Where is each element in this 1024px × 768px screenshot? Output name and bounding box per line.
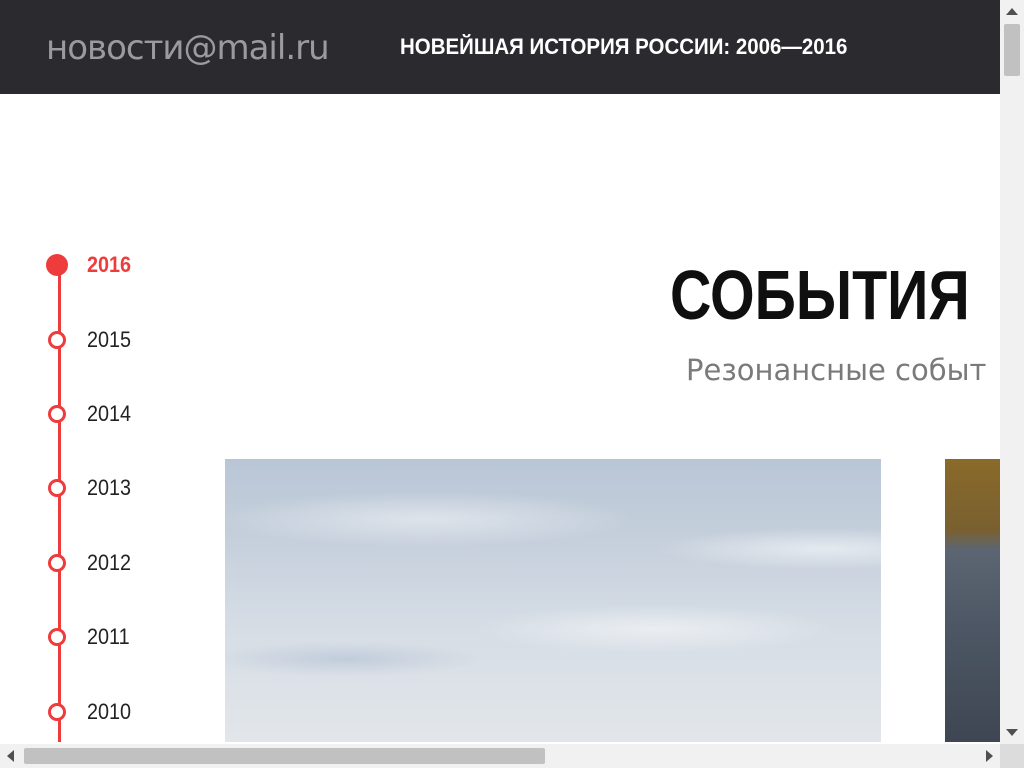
- scroll-left-arrow-icon[interactable]: [7, 750, 14, 762]
- timeline-item-2012[interactable]: 2012: [48, 551, 188, 576]
- timeline-year-label[interactable]: 2012: [87, 551, 131, 575]
- page-subtitle: Резонансные событ: [686, 353, 987, 387]
- timeline-year-label[interactable]: 2015: [87, 328, 131, 352]
- horizontal-scroll-thumb[interactable]: [24, 748, 545, 764]
- timeline-dot[interactable]: [48, 479, 66, 497]
- timeline-year-label[interactable]: 2016: [87, 253, 131, 277]
- scroll-right-arrow-icon[interactable]: [986, 750, 993, 762]
- timeline-year-label[interactable]: 2011: [87, 625, 130, 649]
- top-navigation-bar: новости@mail.ru НОВЕЙШАЯ ИСТОРИЯ РОССИИ:…: [0, 0, 1000, 94]
- scroll-up-arrow-icon[interactable]: [1006, 8, 1018, 15]
- event-card-image[interactable]: [225, 459, 881, 742]
- horizontal-scrollbar[interactable]: [0, 744, 1000, 768]
- site-logo[interactable]: новости@mail.ru: [46, 28, 330, 68]
- timeline-dot[interactable]: [48, 703, 66, 721]
- timeline-item-2010[interactable]: 2010: [48, 700, 188, 725]
- timeline-year-label[interactable]: 2010: [87, 700, 131, 724]
- timeline-dot[interactable]: [48, 331, 66, 349]
- page-viewport: новости@mail.ru НОВЕЙШАЯ ИСТОРИЯ РОССИИ:…: [0, 0, 1000, 768]
- scrollbar-corner: [1000, 744, 1024, 768]
- vertical-scrollbar[interactable]: [1000, 0, 1024, 744]
- scroll-down-arrow-icon[interactable]: [1006, 729, 1018, 736]
- timeline-dot-active[interactable]: [46, 254, 68, 276]
- timeline-year-label[interactable]: 2014: [87, 402, 131, 426]
- page-title: СОБЫТИЯ: [670, 256, 970, 334]
- timeline-item-2013[interactable]: 2013: [48, 476, 188, 501]
- section-title[interactable]: НОВЕЙШАЯ ИСТОРИЯ РОССИИ: 2006—2016: [400, 33, 847, 61]
- timeline-item-2014[interactable]: 2014: [48, 402, 188, 427]
- timeline-dot[interactable]: [48, 554, 66, 572]
- timeline-dot[interactable]: [48, 405, 66, 423]
- timeline-year-label[interactable]: 2013: [87, 476, 131, 500]
- timeline-item-2016[interactable]: 2016: [46, 253, 188, 278]
- vertical-scroll-thumb[interactable]: [1004, 24, 1020, 76]
- year-timeline: 2016 2015 2014 2013 2012 2011 2010: [0, 230, 200, 742]
- timeline-dot[interactable]: [48, 628, 66, 646]
- timeline-item-2015[interactable]: 2015: [48, 328, 188, 353]
- event-card-image[interactable]: [945, 459, 1000, 742]
- timeline-item-2011[interactable]: 2011: [48, 625, 188, 650]
